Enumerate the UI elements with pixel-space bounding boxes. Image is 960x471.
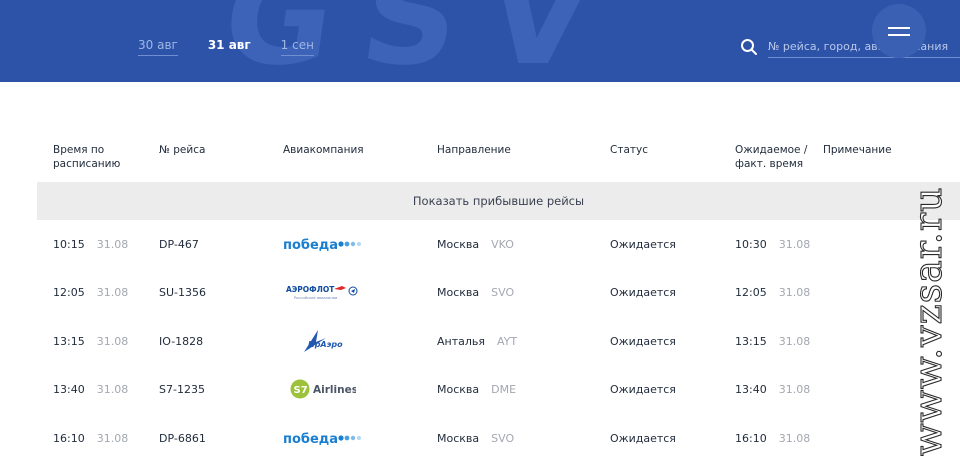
direction-cell: Москва SVO [437,268,514,316]
expected-time-cell: 12:05 31.08 [735,268,810,316]
svg-text:ИрАэро: ИрАэро [308,340,343,349]
expected-time: 12:05 [735,285,767,299]
city: Москва [437,431,480,445]
search-box [740,36,960,58]
sched-time-cell: 13:40 31.08 [53,365,128,413]
svg-text:победа: победа [283,432,338,447]
column-expected-time: Ожидаемое / факт. время [735,144,808,170]
direction-cell: Москва VKO [437,220,514,268]
status-text: Ожидается [610,382,676,396]
direction-cell: Москва SVO [437,414,514,462]
expected-date: 31.08 [778,237,811,251]
expected-date: 31.08 [778,334,811,348]
date-tabs: 30 авг 31 авг 1 сен [138,38,344,56]
table-row[interactable]: 10:15 31.08 DP-467 победа Москва VKO Ожи… [0,220,910,268]
search-input[interactable] [768,36,960,58]
column-status: Статус [610,144,648,156]
pobeda-logo-icon: победа [283,432,361,447]
expected-time-cell: 10:30 31.08 [735,220,810,268]
table-row[interactable]: 16:10 31.08 DP-6861 победа Москва SVO Ож… [0,414,910,462]
svg-text:Airlines: Airlines [313,384,356,396]
expected-time: 13:15 [735,334,767,348]
sched-time: 13:15 [53,334,85,348]
city: Москва [437,285,480,299]
city: Москва [437,237,480,251]
status-text: Ожидается [610,237,676,251]
svg-text:S7: S7 [294,385,308,396]
airline-logo-pobeda: победа [283,220,365,268]
top-header: GSV 30 авг 31 авг 1 сен [0,0,960,82]
column-sched-time: Время по расписанию [53,144,121,170]
city: Москва [437,382,480,396]
status-text: Ожидается [610,431,676,445]
search-icon[interactable] [740,38,758,56]
sched-time-cell: 10:15 31.08 [53,220,128,268]
iraero-logo-icon: ИрАэро [304,330,343,352]
flight-number: IO-1828 [159,334,204,348]
table-row[interactable]: 13:15 31.08 IO-1828 ИрАэро Анталья AYT О… [0,317,910,365]
column-airline: Авиакомпания [283,144,364,156]
hamburger-menu-button[interactable] [872,4,926,58]
airport-code: VKO [491,237,514,251]
airline-logo-iraero: ИрАэро [302,317,346,365]
sched-time-cell: 13:15 31.08 [53,317,128,365]
status-text: Ожидается [610,334,676,348]
sched-date: 31.08 [96,431,129,445]
table-header: Время по расписанию № рейса Авиакомпания… [0,143,960,179]
date-tab-30-aug[interactable]: 30 авг [138,38,178,56]
pobeda-logo-icon: победа [283,238,361,253]
flight-number: DP-467 [159,237,199,251]
flight-number: SU-1356 [159,285,206,299]
expected-time: 16:10 [735,431,767,445]
column-direction: Направление [437,144,511,156]
svg-text:www.vzsar.ru: www.vzsar.ru [906,186,950,456]
hamburger-icon [888,26,910,29]
expected-date: 31.08 [778,285,811,299]
sched-time-cell: 12:05 31.08 [53,268,128,316]
show-arrived-button[interactable]: Показать прибывшие рейсы [37,182,960,220]
expected-time-cell: 13:40 31.08 [735,365,810,413]
hamburger-icon-line [888,33,910,36]
sched-time-cell: 16:10 31.08 [53,414,128,462]
status-text: Ожидается [610,285,676,299]
expected-time-cell: 16:10 31.08 [735,414,810,462]
aeroflot-logo-icon: АЭРОФЛОТ Российские авиалинии [286,285,358,300]
flight-number: DP-6861 [159,431,206,445]
airline-logo-pobeda: победа [283,414,365,462]
svg-text:победа: победа [283,238,338,253]
airline-logo-aeroflot: АЭРОФЛОТ Российские авиалинии [286,268,362,316]
expected-time: 13:40 [735,382,767,396]
airport-code: SVO [491,431,515,445]
table-row[interactable]: 13:40 31.08 S7-1235 S7 Airlines Москва D… [0,365,910,413]
date-tab-1-sep[interactable]: 1 сен [280,38,314,56]
sched-date: 31.08 [96,285,129,299]
flight-number: S7-1235 [159,382,205,396]
sched-time: 16:10 [53,431,85,445]
expected-time: 10:30 [735,237,767,251]
svg-text:АЭРОФЛОТ: АЭРОФЛОТ [286,285,335,294]
expected-date: 31.08 [778,382,811,396]
sched-date: 31.08 [96,237,129,251]
city: Анталья [437,334,485,348]
svg-text:Российские авиалинии: Российские авиалинии [294,296,338,300]
expected-date: 31.08 [778,431,811,445]
sched-time: 10:15 [53,237,85,251]
column-note: Примечание [823,144,892,156]
airline-logo-s7: S7 Airlines [290,365,356,413]
airport-code: AYT [497,334,518,348]
site-watermark: www.vzsar.ru [905,186,950,457]
airport-code: DME [491,382,517,396]
s7-logo-icon: S7 Airlines [290,379,356,399]
sched-time: 12:05 [53,285,85,299]
sched-date: 31.08 [96,382,129,396]
table-row[interactable]: 12:05 31.08 SU-1356 АЭРОФЛОТ Российские … [0,268,910,316]
direction-cell: Анталья AYT [437,317,517,365]
sched-time: 13:40 [53,382,85,396]
direction-cell: Москва DME [437,365,516,413]
date-tab-31-aug[interactable]: 31 авг [208,38,251,56]
column-flight-no: № рейса [159,144,206,156]
expected-time-cell: 13:15 31.08 [735,317,810,365]
airport-code: SVO [491,285,515,299]
sched-date: 31.08 [96,334,129,348]
